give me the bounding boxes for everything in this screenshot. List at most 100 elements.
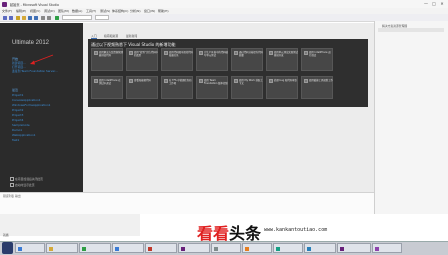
app-icon (114, 247, 119, 251)
menu-data[interactable]: 数据(A) (72, 9, 82, 13)
forward-icon[interactable] (9, 15, 13, 20)
option-label: 启动时显示此页 (15, 183, 35, 187)
video-tile[interactable]: 查看和编辑代码 (126, 76, 158, 99)
windows-start-icon[interactable] (2, 242, 13, 254)
video-tile[interactable]: 使用敏捷工具规划工作 (301, 76, 333, 99)
taskbar-item[interactable] (337, 243, 371, 253)
video-icon (94, 79, 98, 83)
taskbar-item[interactable] (112, 243, 144, 253)
recent-project-link[interactable]: Demo1 (12, 128, 22, 132)
recent-project-link[interactable]: WindowsFormsApplication1 (12, 103, 50, 107)
maximize-button[interactable]: □ (431, 1, 437, 7)
video-icon (304, 51, 308, 55)
video-tile-title: 使用 IntelliTrace 在测试中调试 (99, 79, 121, 85)
recent-project-link[interactable]: Project1 (12, 93, 23, 97)
visual-studio-logo-icon (2, 1, 7, 7)
taskbar-item[interactable] (145, 243, 177, 253)
video-tile[interactable]: 使用 Team Foundation 版本控制 (196, 76, 228, 99)
video-icon (199, 51, 203, 55)
menu-help[interactable]: 帮助(H) (158, 9, 169, 13)
minimize-button[interactable]: — (423, 1, 429, 7)
menu-edit[interactable]: 编辑(E) (16, 9, 26, 13)
output-panel (0, 192, 374, 214)
new-project-icon[interactable] (16, 15, 20, 20)
open-folder-icon[interactable] (22, 15, 26, 20)
recent-heading: 最近 (12, 88, 19, 92)
recent-project-link[interactable]: ConsoleApplication1 (12, 98, 41, 102)
redo-icon[interactable] (47, 15, 51, 20)
undo-icon[interactable] (41, 15, 45, 20)
taskbar-item[interactable] (178, 243, 210, 253)
title-bar (0, 0, 448, 8)
menu-team[interactable]: 团队(M) (58, 9, 69, 13)
start-debug-icon[interactable] (55, 15, 59, 20)
taskbar-item[interactable] (273, 243, 303, 253)
solution-configuration-dropdown[interactable] (62, 15, 92, 20)
visual-studio-icon (339, 247, 344, 251)
checkbox-icon[interactable] (10, 183, 14, 187)
video-tile[interactable]: 使用解决方案资源管理器浏览代码 (91, 48, 123, 71)
recent-project-link[interactable]: Project4 (12, 118, 23, 122)
recent-project-link[interactable]: Project3 (12, 113, 23, 117)
save-all-icon[interactable] (34, 15, 38, 20)
menu-tools[interactable]: 工具(T) (86, 9, 96, 13)
menu-test[interactable]: 测试(S) (100, 9, 110, 13)
video-tile-title: 使用“转到”定位代码中的类型 (134, 51, 158, 57)
solution-platform-dropdown[interactable] (95, 15, 109, 20)
video-icon (304, 79, 308, 83)
video-tile[interactable]: 使用“转到”定位代码中的类型 (126, 48, 158, 71)
solution-explorer-search[interactable] (378, 28, 444, 32)
video-tile-title: 使用敏捷工具规划工作 (309, 79, 333, 82)
menu-window[interactable]: 窗口(W) (144, 9, 155, 13)
menu-file[interactable]: 文件(F) (2, 9, 12, 13)
video-tile[interactable]: 处理 bug 和代码审查 (266, 76, 298, 99)
connect-tfs-link[interactable]: 连接到 Team Foundation Server... (12, 69, 58, 73)
video-tile-title: 使用解决方案资源管理器浏览代码 (99, 51, 123, 57)
app-icon (306, 247, 311, 251)
recent-project-link[interactable]: Project2 (12, 108, 23, 112)
video-tile[interactable]: 使用代码图可视化代码依赖关系 (161, 48, 193, 71)
tab-guidance[interactable]: 指南和资源 (104, 34, 118, 38)
close-button[interactable]: ✕ (439, 1, 445, 7)
taskbar-item[interactable] (211, 243, 241, 253)
video-tile[interactable]: 通过代码分析提升代码质量 (231, 48, 263, 71)
video-tile[interactable]: 为生产环境中的代码编写单元测试 (196, 48, 228, 71)
menu-analyze[interactable]: 分析(N) (130, 9, 141, 13)
video-tile[interactable]: 在 TFS 中管理任务和工作项 (161, 76, 193, 99)
video-tile[interactable]: 使用单元测试实现测试驱动开发 (266, 48, 298, 71)
app-icon (244, 247, 249, 251)
checkbox-icon[interactable] (10, 177, 14, 181)
video-icon (164, 79, 168, 83)
save-icon[interactable] (28, 15, 32, 20)
video-tile-title: 查看和编辑代码 (134, 79, 151, 82)
close-after-load-option[interactable]: 在项目加载后关闭此页 (10, 177, 43, 181)
video-tile[interactable]: 使用 IntelliTrace 在测试中调试 (91, 76, 123, 99)
show-on-startup-option[interactable]: 启动时显示此页 (10, 183, 35, 187)
video-icon (129, 51, 133, 55)
video-tile-title: 使用 Team Foundation 版本控制 (204, 79, 228, 85)
taskbar-item[interactable] (304, 243, 336, 253)
video-tile-title: 处理 bug 和代码审查 (274, 79, 297, 82)
app-icon (374, 247, 379, 251)
video-tile-title: 在 TFS 中管理任务和工作项 (169, 79, 192, 85)
taskbar-item[interactable] (242, 243, 272, 253)
taskbar-item[interactable] (372, 243, 402, 253)
taskbar-item[interactable] (79, 243, 111, 253)
video-tile-title: 通过代码分析提升代码质量 (239, 51, 263, 57)
taskbar-item[interactable] (46, 243, 78, 253)
video-tile[interactable]: 使用 My Work 获取上下文 (231, 76, 263, 99)
product-title: Ultimate 2012 (12, 40, 50, 46)
app-icon (213, 247, 218, 251)
status-text: 就绪 (3, 233, 9, 237)
menu-architecture[interactable]: 体系结构(C) (112, 9, 128, 13)
recent-project-link[interactable]: Test1 (12, 138, 19, 142)
taskbar-item[interactable] (15, 243, 45, 253)
recent-project-link[interactable]: WebApplication1 (12, 133, 36, 137)
recent-project-link[interactable]: SampleCode (12, 123, 30, 127)
video-tile[interactable]: 使用 IntelliTrace 进行调试 (301, 48, 333, 71)
tab-latest-news[interactable]: 最新新闻 (126, 34, 137, 38)
menu-debug[interactable]: 调试(D) (44, 9, 55, 13)
back-icon[interactable] (3, 15, 7, 20)
menu-view[interactable]: 视图(V) (30, 9, 40, 13)
app-icon (17, 247, 22, 251)
